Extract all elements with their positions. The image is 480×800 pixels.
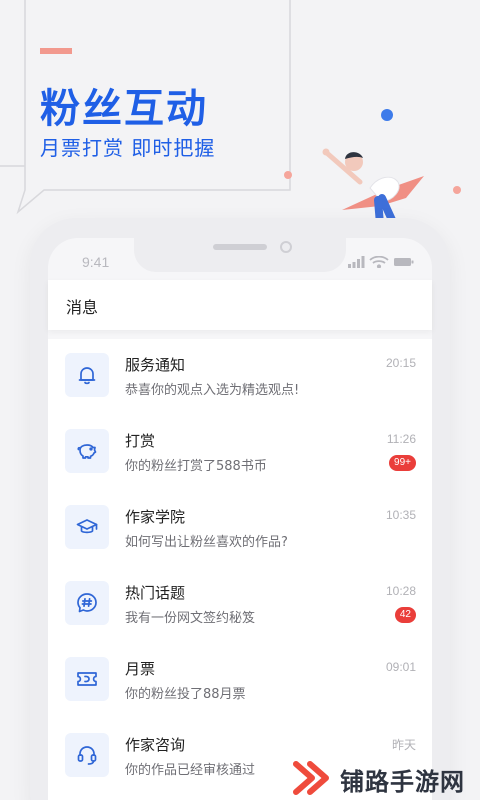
status-icons xyxy=(348,256,414,268)
accent-dash xyxy=(40,48,72,54)
ticket-icon xyxy=(77,672,97,686)
decor-dot-pink xyxy=(453,186,461,194)
watermark: 铺路手游网 xyxy=(292,756,480,800)
message-title: 服务通知 xyxy=(125,356,186,374)
watermark-logo-icon xyxy=(293,761,329,795)
list-item[interactable]: 热门话题 我有一份网文签约秘笈 10:28 42 xyxy=(48,567,432,643)
page-title: 消息 xyxy=(66,298,99,317)
promo-title: 粉丝互动 xyxy=(40,86,208,132)
status-time: 9:41 xyxy=(82,254,110,270)
message-list: 服务通知 恭喜你的观点入选为精选观点! 20:15 打赏 你的粉丝打赏了588书… xyxy=(48,339,432,800)
message-preview: 你的粉丝打赏了588书币 xyxy=(125,459,267,474)
signal-icon xyxy=(348,256,365,268)
unread-badge: 42 xyxy=(394,607,416,623)
message-icon-tile xyxy=(65,353,109,397)
message-icon-tile xyxy=(65,657,109,701)
message-title: 作家咨询 xyxy=(125,736,186,754)
message-preview: 如何写出让粉丝喜欢的作品? xyxy=(125,535,288,550)
message-title: 打赏 xyxy=(125,432,156,450)
unread-badge: 99+ xyxy=(389,455,416,471)
app-header: 消息 xyxy=(48,280,432,330)
message-time: 11:26 xyxy=(386,432,416,446)
decor-dot-pink xyxy=(284,171,292,179)
message-title: 作家学院 xyxy=(125,508,186,526)
watermark-text: 铺路手游网 xyxy=(340,768,465,796)
message-preview: 恭喜你的观点入选为精选观点! xyxy=(125,383,300,398)
list-item[interactable]: 服务通知 恭喜你的观点入选为精选观点! 20:15 xyxy=(48,339,432,415)
wifi-icon xyxy=(369,256,389,268)
message-time: 20:15 xyxy=(385,356,416,370)
message-icon-tile xyxy=(65,505,109,549)
hashtag-icon xyxy=(77,593,97,613)
message-time: 昨天 xyxy=(391,738,416,752)
message-preview: 我有一份网文签约秘笈 xyxy=(125,611,256,626)
message-icon-tile xyxy=(65,581,109,625)
phone-camera xyxy=(280,241,292,253)
graduation-cap-icon xyxy=(76,519,98,534)
message-icon-tile xyxy=(65,429,109,473)
promo-subtitle: 月票打赏 即时把握 xyxy=(40,136,216,160)
list-item[interactable]: 打赏 你的粉丝打赏了588书币 11:26 99+ xyxy=(48,415,432,491)
battery-icon xyxy=(394,258,414,266)
message-time: 10:35 xyxy=(385,508,416,522)
piggy-bank-icon xyxy=(77,444,97,459)
phone-speaker xyxy=(213,244,267,250)
message-title: 月票 xyxy=(125,660,156,678)
decor-dot-blue xyxy=(381,109,393,121)
message-time: 09:01 xyxy=(385,660,416,674)
list-item[interactable]: 作家学院 如何写出让粉丝喜欢的作品? 10:35 xyxy=(48,491,432,567)
message-preview: 你的粉丝投了88月票 xyxy=(125,687,246,702)
headset-icon xyxy=(77,746,97,765)
message-icon-tile xyxy=(65,733,109,777)
message-time: 10:28 xyxy=(385,584,416,598)
message-title: 热门话题 xyxy=(125,584,186,602)
bell-icon xyxy=(78,367,96,385)
message-preview: 你的作品已经审核通过 xyxy=(125,763,256,778)
list-item[interactable]: 月票 你的粉丝投了88月票 09:01 xyxy=(48,643,432,719)
